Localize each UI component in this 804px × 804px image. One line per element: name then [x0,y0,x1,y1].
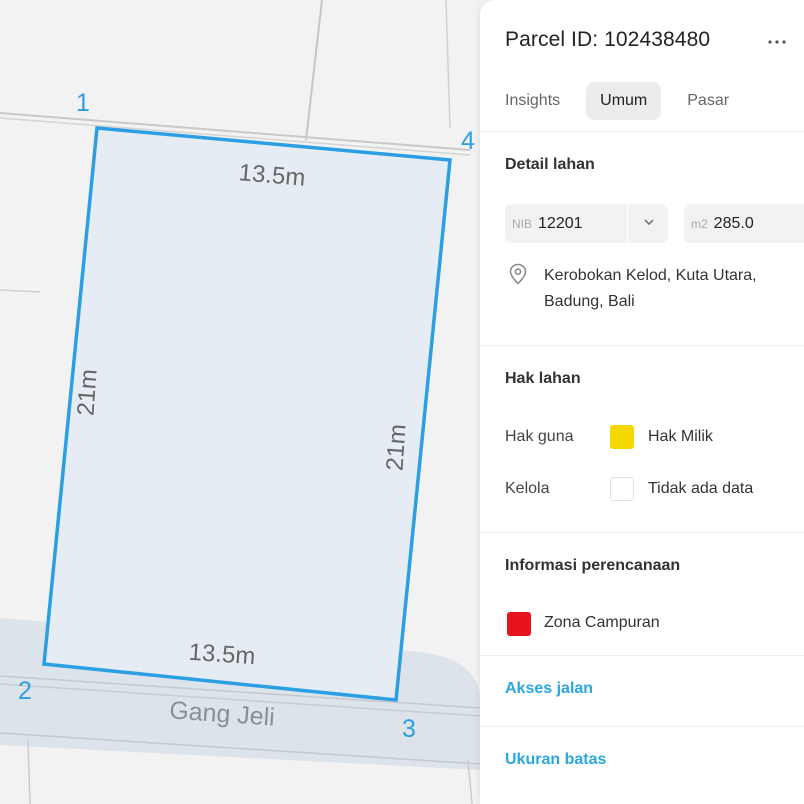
hak-guna-value: Hak Milik [648,428,713,445]
hak-lahan-heading: Hak lahan [505,370,581,387]
plot-boundary-line [305,0,323,141]
informasi-perencanaan-heading: Informasi perencanaan [505,557,681,574]
area-value: 285.0 [713,214,754,232]
area-field[interactable]: m2 285.0 [684,204,804,243]
akses-jalan-link[interactable]: Akses jalan [505,680,593,698]
parcel-address: Kerobokan Kelod, Kuta Utara, Badung, Bal… [544,263,804,315]
kelola-color-swatch [610,477,634,501]
divider [480,532,804,533]
plot-boundary-line [445,0,451,129]
divider [480,655,804,656]
vertex-label-3: 3 [402,715,416,743]
tab-umum[interactable]: Umum [586,82,662,120]
nib-prefix: NIB [512,216,533,231]
zona-label: Zona Campuran [544,614,660,631]
kelola-label: Kelola [505,480,550,497]
vertex-label-4: 4 [461,127,475,155]
divider [480,345,804,346]
address-line-2: Badung, Bali [544,293,635,310]
zona-color-swatch [507,612,531,636]
detail-lahan-heading: Detail lahan [505,156,595,173]
more-options-button[interactable] [765,32,789,52]
vertex-label-2: 2 [18,677,32,705]
plot-boundary-line [0,289,41,293]
parcel-id-title: Parcel ID: 102438480 [505,28,711,51]
hak-guna-label: Hak guna [505,428,574,445]
plot-boundary-line [27,739,31,804]
edge-length-right: 21m [381,423,411,471]
panel-tabs: Insights Umum Pasar [505,82,729,120]
address-line-1: Kerobokan Kelod, Kuta Utara, [544,267,757,284]
parcel-polygon[interactable] [42,126,452,702]
nib-select[interactable]: NIB 12201 [505,204,668,243]
vertex-label-1: 1 [76,89,90,117]
more-horizontal-icon [768,40,786,44]
tab-insights[interactable]: Insights [505,82,560,120]
location-pin-icon [509,263,527,285]
tab-pasar[interactable]: Pasar [687,82,729,120]
divider [480,131,804,132]
edge-length-left: 21m [72,368,102,416]
nib-value: 12201 [538,214,583,232]
area-prefix: m2 [691,216,708,231]
chevron-down-icon[interactable] [642,215,656,229]
panel-header: Parcel ID: 102438480 [505,28,768,52]
ukuran-batas-link[interactable]: Ukuran batas [505,751,606,769]
edge-length-bottom: 13.5m [188,639,256,671]
field-separator [627,204,628,243]
hak-milik-color-swatch [610,425,634,449]
kelola-value: Tidak ada data [648,480,754,497]
divider [480,726,804,727]
